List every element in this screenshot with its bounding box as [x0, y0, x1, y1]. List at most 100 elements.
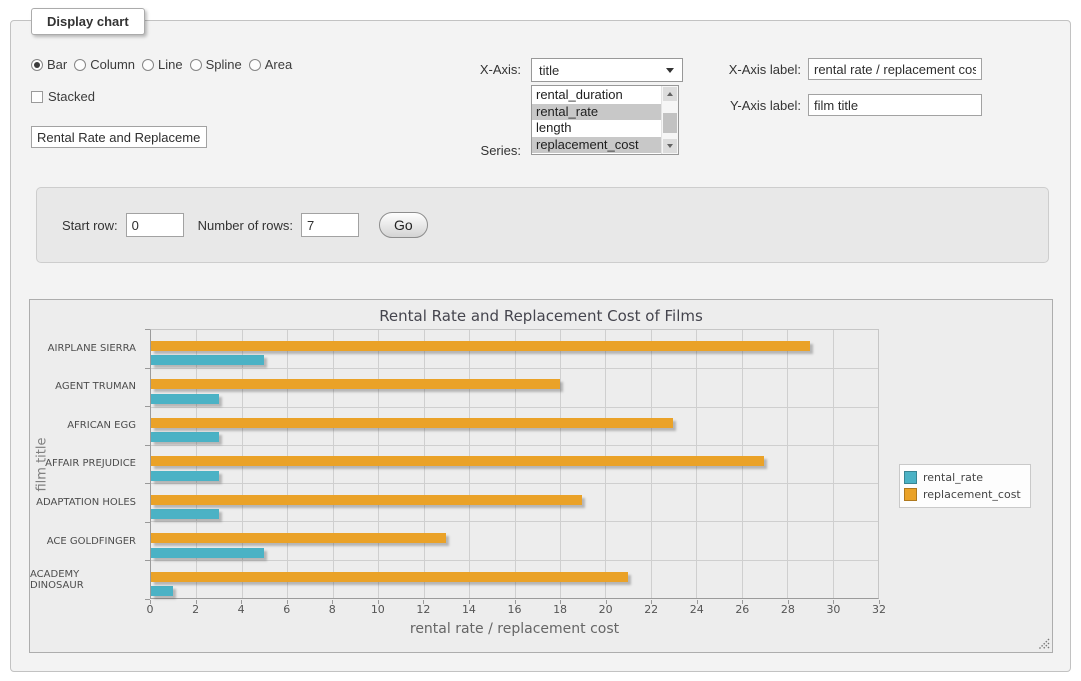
legend-item-replacement_cost: replacement_cost [904, 486, 1021, 503]
num-rows-input[interactable] [301, 213, 359, 237]
x-tick-label: 30 [826, 603, 840, 616]
y-category-label: AFRICAN EGG [30, 406, 143, 445]
bar-rental_rate[interactable] [151, 548, 264, 558]
x-tick-mark [332, 600, 333, 604]
scrollbar[interactable] [661, 86, 678, 154]
x-tick-label: 10 [371, 603, 385, 616]
x-tick-label: 12 [416, 603, 430, 616]
radio-icon[interactable] [74, 59, 86, 71]
x-tick-label: 22 [644, 603, 658, 616]
plot-area [150, 329, 879, 599]
y-category-label: AIRPLANE SIERRA [30, 329, 143, 368]
series-option-length[interactable]: length [532, 120, 661, 137]
y-tick-mark [145, 560, 150, 561]
x-axis-label-label: X-Axis label: [701, 62, 801, 77]
gridline [151, 483, 878, 484]
x-axis-title: rental rate / replacement cost [150, 621, 879, 637]
bar-rental_rate[interactable] [151, 394, 219, 404]
radio-icon[interactable] [142, 59, 154, 71]
chart-type-option-bar[interactable]: Bar [31, 57, 67, 72]
row-controls-panel: Start row: Number of rows: Go [36, 187, 1049, 263]
bar-replacement_cost[interactable] [151, 495, 582, 505]
x-tick-label: 6 [283, 603, 290, 616]
x-tick-mark [150, 600, 151, 604]
x-tick-label: 14 [462, 603, 476, 616]
x-tick-mark [833, 600, 834, 604]
radio-icon[interactable] [249, 59, 261, 71]
y-tick-mark [145, 329, 150, 330]
legend-item-rental_rate: rental_rate [904, 469, 1021, 486]
y-axis-label-input[interactable] [808, 94, 982, 116]
x-tick-label: 0 [147, 603, 154, 616]
x-tick-mark [742, 600, 743, 604]
fieldset-legend: Display chart [31, 8, 145, 35]
bar-replacement_cost[interactable] [151, 456, 764, 466]
x-axis-select-label: X-Axis: [411, 62, 521, 77]
x-tick-label: 20 [599, 603, 613, 616]
chart-type-option-area[interactable]: Area [249, 57, 292, 72]
chart-panel: Rental Rate and Replacement Cost of Film… [29, 299, 1053, 653]
y-category-label: ACADEMY DINOSAUR [30, 560, 143, 599]
chart-type-radio-group: Bar Column Line Spline Area [31, 57, 292, 72]
scrollbar-up-icon[interactable] [663, 87, 677, 101]
y-tick-mark [145, 445, 150, 446]
resize-handle-icon[interactable] [1038, 638, 1050, 650]
stacked-checkbox[interactable] [31, 91, 43, 103]
chart-title-input[interactable] [31, 126, 207, 148]
chart-title: Rental Rate and Replacement Cost of Film… [30, 307, 1052, 325]
legend-swatch-icon [904, 471, 917, 484]
chart-type-option-column[interactable]: Column [74, 57, 135, 72]
radio-icon[interactable] [190, 59, 202, 71]
chart-type-option-spline[interactable]: Spline [190, 57, 242, 72]
bar-rental_rate[interactable] [151, 355, 264, 365]
y-axis-label-label: Y-Axis label: [701, 98, 801, 113]
scrollbar-thumb[interactable] [663, 113, 677, 133]
series-options: rental_durationrental_ratelengthreplacem… [532, 87, 661, 153]
x-tick-label: 8 [329, 603, 336, 616]
x-axis-select[interactable]: title [531, 58, 683, 82]
radio-icon[interactable] [31, 59, 43, 71]
display-chart-fieldset: Display chart BarColumnLineSplineArea St… [10, 20, 1071, 672]
series-option-rental_duration[interactable]: rental_duration [532, 87, 661, 104]
start-row-input[interactable] [126, 213, 184, 237]
y-tick-mark [145, 522, 150, 523]
x-axis-select-value: title [539, 63, 559, 78]
chevron-down-icon [666, 68, 674, 73]
gridline [151, 445, 878, 446]
bar-replacement_cost[interactable] [151, 379, 560, 389]
y-tick-mark [145, 483, 150, 484]
chart-type-label: Bar [47, 57, 67, 72]
bar-replacement_cost[interactable] [151, 341, 810, 351]
x-tick-label: 26 [735, 603, 749, 616]
bar-rental_rate[interactable] [151, 586, 173, 596]
stacked-label: Stacked [48, 89, 95, 104]
chart-type-label: Column [90, 57, 135, 72]
x-tick-label: 24 [690, 603, 704, 616]
x-tick-label: 28 [781, 603, 795, 616]
x-tick-mark [423, 600, 424, 604]
series-multiselect[interactable]: rental_durationrental_ratelengthreplacem… [531, 85, 679, 155]
chart-type-option-line[interactable]: Line [142, 57, 183, 72]
x-tick-mark [378, 600, 379, 604]
series-option-rental_rate[interactable]: rental_rate [532, 104, 661, 121]
x-tick-mark [515, 600, 516, 604]
scrollbar-down-icon[interactable] [663, 139, 677, 153]
x-axis-label-input[interactable] [808, 58, 982, 80]
series-select-label: Series: [411, 143, 521, 158]
bar-rental_rate[interactable] [151, 471, 219, 481]
x-tick-mark [287, 600, 288, 604]
x-tick-mark [469, 600, 470, 604]
legend-label: rental_rate [923, 471, 983, 484]
stacked-option[interactable]: Stacked [31, 89, 95, 104]
bar-rental_rate[interactable] [151, 509, 219, 519]
legend-swatch-icon [904, 488, 917, 501]
bar-replacement_cost[interactable] [151, 533, 446, 543]
bar-rental_rate[interactable] [151, 432, 219, 442]
go-button[interactable]: Go [379, 212, 428, 238]
chart-type-label: Area [265, 57, 292, 72]
series-option-replacement_cost[interactable]: replacement_cost [532, 137, 661, 154]
x-tick-mark [651, 600, 652, 604]
bar-replacement_cost[interactable] [151, 572, 628, 582]
x-tick-mark [788, 600, 789, 604]
bar-replacement_cost[interactable] [151, 418, 673, 428]
